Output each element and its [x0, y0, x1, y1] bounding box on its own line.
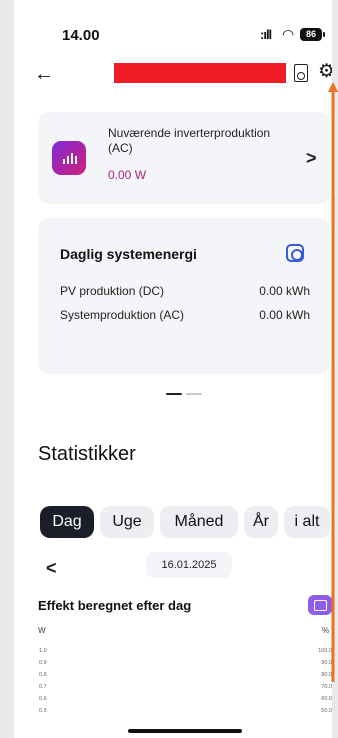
left-axis-tick: 1.0 [39, 648, 47, 654]
chart-bar-icon [52, 141, 86, 175]
status-time: 14.00 [62, 27, 100, 44]
home-indicator[interactable] [128, 729, 242, 733]
section-title: Statistikker [38, 443, 136, 465]
right-axis-tick: 50.0 [321, 708, 332, 714]
current-production-value: 0.00 W [108, 168, 147, 182]
page-indicator-active[interactable] [166, 393, 182, 395]
left-axis-unit: W [38, 626, 46, 635]
gear-icon[interactable]: ⚙ [318, 62, 332, 82]
left-axis-tick: 0.7 [39, 684, 47, 690]
energy-row: PV produktion (DC) 0.00 kWh [60, 284, 310, 298]
document-icon[interactable] [294, 64, 308, 82]
page-indicator[interactable] [186, 393, 202, 395]
left-axis-tick: 0.6 [39, 696, 47, 702]
status-bar: 14.00 :ıll ◠ 86 [14, 0, 332, 46]
date-selector[interactable]: 16.01.2025 [146, 552, 232, 578]
tab-year[interactable]: År [244, 506, 278, 538]
left-axis-tick: 0.8 [39, 672, 47, 678]
phone-screen: 14.00 :ıll ◠ 86 ← ⚙ Nuværende inverterpr… [14, 0, 332, 738]
card-title: Daglig systemenergi [60, 246, 197, 262]
row-label: PV produktion (DC) [60, 284, 165, 298]
tab-day[interactable]: Dag [40, 506, 94, 538]
wifi-icon: ◠ [282, 26, 295, 42]
chevron-right-icon: > [306, 148, 317, 168]
tab-total[interactable]: i alt [284, 506, 330, 538]
previous-date-button[interactable]: < [46, 558, 57, 579]
row-label: Systemproduktion (AC) [60, 308, 185, 322]
right-axis-tick: 60.0 [321, 696, 332, 702]
row-value: 0.00 kWh [259, 284, 310, 298]
redacted-title [114, 63, 286, 83]
left-axis-tick: 0.5 [39, 708, 47, 714]
daily-energy-card: Daglig systemenergi PV produktion (DC) 0… [38, 218, 330, 374]
tab-week[interactable]: Uge [100, 506, 154, 538]
back-arrow-icon[interactable]: ← [34, 64, 54, 84]
row-value: 0.00 kWh [259, 308, 310, 322]
annotation-arrow-icon [328, 82, 338, 682]
card-title: Nuværende inverterproduktion (AC) [108, 126, 271, 155]
inverter-production-card[interactable]: Nuværende inverterproduktion (AC) 0.00 W… [38, 112, 330, 204]
energy-row: Systemproduktion (AC) 0.00 kWh [60, 308, 310, 322]
right-axis-tick: 70.0 [321, 684, 332, 690]
left-axis-tick: 0.9 [39, 660, 47, 666]
chart-title: Effekt beregnet efter dag [38, 598, 192, 613]
tab-month[interactable]: Måned [160, 506, 238, 538]
battery-icon: 86 [300, 28, 325, 41]
signal-icon: :ıll [260, 27, 272, 42]
sync-icon[interactable] [286, 244, 304, 262]
